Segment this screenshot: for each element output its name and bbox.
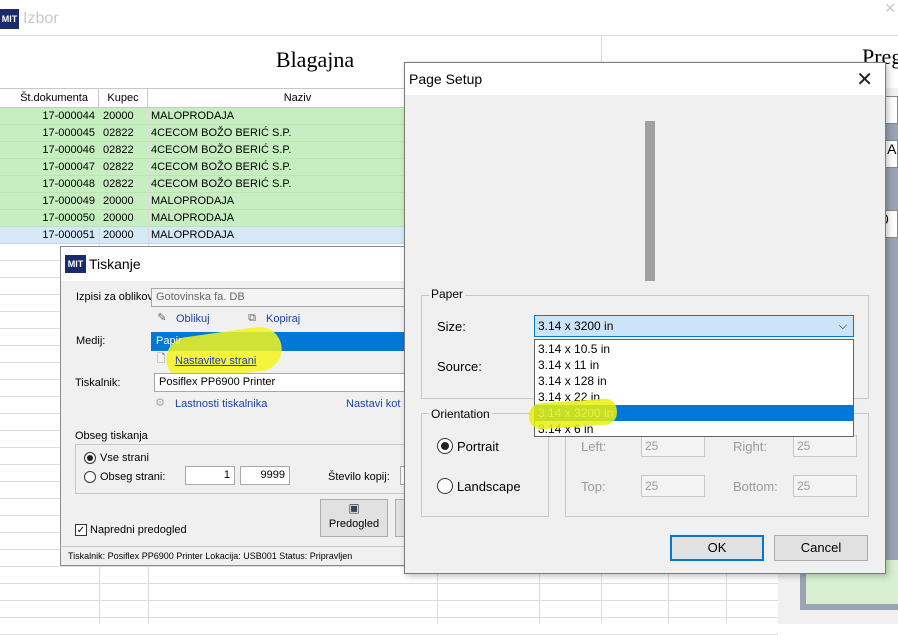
- right-margin-input[interactable]: 25: [793, 435, 857, 457]
- top-margin-label: Top:: [581, 479, 606, 494]
- column-header-kupec[interactable]: Kupec: [99, 89, 148, 108]
- landscape-radio[interactable]: [437, 478, 453, 494]
- portrait-label: Portrait: [457, 439, 499, 454]
- cell-doc: 17-000046: [42, 144, 95, 156]
- bottom-margin-label: Bottom:: [733, 479, 778, 494]
- print-status-bar: Tiskalnik: Posiflex PP6900 Printer Lokac…: [60, 546, 420, 566]
- page-from-input[interactable]: 1: [185, 466, 235, 485]
- cell-doc: 17-000044: [42, 110, 95, 122]
- close-icon[interactable]: ✕: [856, 67, 873, 92]
- grid-line: [0, 600, 778, 601]
- cell-naziv: 4CECOM BOŽO BERIĆ S.P.: [151, 178, 292, 190]
- cell-kupec: 20000: [103, 229, 134, 241]
- obseg-strani-radio[interactable]: [84, 471, 96, 483]
- predogled-button[interactable]: ▣ Predogled: [320, 499, 388, 537]
- cell-doc: 17-000047: [42, 161, 95, 173]
- page-setup-title: Page Setup: [409, 71, 483, 87]
- page-preview: [645, 121, 655, 281]
- size-label: Size:: [437, 319, 466, 334]
- cell-doc: 17-000045: [42, 127, 95, 139]
- grid-line: [0, 583, 778, 584]
- cell-kupec: 20000: [103, 195, 134, 207]
- orientation-group-label: Orientation: [429, 407, 492, 421]
- column-header-naziv[interactable]: Naziv: [148, 89, 448, 108]
- preview-icon: ▣: [348, 501, 360, 515]
- obseg-strani-label: Obseg strani:: [100, 471, 166, 483]
- app-logo: MIT: [0, 9, 19, 29]
- cell-kupec: 02822: [103, 178, 134, 190]
- gear-icon: ⚙: [155, 397, 165, 409]
- app-close-icon[interactable]: ✕: [884, 0, 896, 17]
- napredni-label: Napredni predogled: [90, 524, 187, 536]
- tiskalnik-field[interactable]: Posiflex PP6900 Printer: [154, 373, 410, 392]
- napredni-checkbox[interactable]: ✓: [75, 524, 87, 536]
- cell-kupec: 20000: [103, 212, 134, 224]
- portrait-radio[interactable]: [437, 438, 453, 454]
- lastnosti-link[interactable]: Lastnosti tiskalnika: [175, 398, 267, 410]
- cell-naziv: MALOPRODAJA: [151, 195, 235, 207]
- top-margin-input[interactable]: 25: [641, 475, 705, 497]
- app-title: Izbor: [23, 10, 59, 27]
- cell-naziv: 4CECOM BOŽO BERIĆ S.P.: [151, 161, 292, 173]
- page-icon: 🗋: [156, 353, 166, 365]
- chevron-down-icon: ⌵: [838, 320, 847, 332]
- cell-kupec: 02822: [103, 127, 134, 139]
- bottom-margin-input[interactable]: 25: [793, 475, 857, 497]
- size-option[interactable]: 3.14 x 10.5 in: [535, 341, 853, 357]
- size-select-value: 3.14 x 3200 in: [538, 319, 614, 333]
- nastavitev-strani-link[interactable]: Nastavitev strani: [175, 355, 256, 367]
- cell-doc: 17-000051: [42, 229, 95, 241]
- cell-naziv: 4CECOM BOŽO BERIĆ S.P.: [151, 127, 292, 139]
- paper-group-label: Paper: [429, 287, 466, 301]
- grid-line: [0, 617, 778, 618]
- ok-button[interactable]: OK: [670, 535, 764, 561]
- cell-naziv: MALOPRODAJA: [151, 212, 235, 224]
- cell-kupec: 02822: [103, 144, 134, 156]
- orientation-group: [421, 413, 549, 517]
- cell-kupec: 20000: [103, 110, 134, 122]
- cell-naziv: MALOPRODAJA: [151, 110, 235, 122]
- cell-doc: 17-000049: [42, 195, 95, 207]
- left-margin-input[interactable]: 25: [641, 435, 705, 457]
- cell-naziv: 4CECOM BOŽO BERIĆ S.P.: [151, 144, 292, 156]
- source-label: Source:: [437, 359, 482, 374]
- landscape-label: Landscape: [457, 479, 521, 494]
- print-dialog-overlay: 🗋 Nastavitev strani Tiskalnik: Posiflex …: [60, 246, 420, 566]
- cell-kupec: 02822: [103, 161, 134, 173]
- cancel-button[interactable]: Cancel: [774, 535, 868, 561]
- vse-strani-radio[interactable]: [84, 452, 96, 464]
- nastavi-kot-link[interactable]: Nastavi kot: [346, 398, 400, 410]
- app-titlebar: MIT Izbor ✕: [0, 0, 898, 36]
- column-header-doc[interactable]: Št.dokumenta: [10, 89, 99, 108]
- page-setup-dialog: Page Setup ✕ Paper Size: 3.14 x 3200 in …: [404, 62, 886, 574]
- left-margin-label: Left:: [581, 439, 607, 454]
- predogled-label: Predogled: [328, 518, 380, 530]
- cell-doc: 17-000048: [42, 178, 95, 190]
- vse-strani-label: Vse strani: [100, 452, 149, 464]
- cell-doc: 17-000050: [42, 212, 95, 224]
- page-setup-titlebar: Page Setup ✕: [405, 63, 885, 95]
- size-select[interactable]: 3.14 x 3200 in ⌵: [534, 315, 854, 337]
- cell-naziv: MALOPRODAJA: [151, 229, 235, 241]
- size-option[interactable]: 3.14 x 128 in: [535, 373, 853, 389]
- tiskalnik-label: Tiskalnik:: [75, 377, 121, 389]
- stevilo-kopij-label: Število kopij:: [328, 471, 390, 483]
- size-option[interactable]: 3.14 x 11 in: [535, 357, 853, 373]
- right-margin-label: Right:: [733, 439, 767, 454]
- page-to-input[interactable]: 9999: [240, 466, 290, 485]
- obseg-label: Obseg tiskanja: [75, 430, 148, 442]
